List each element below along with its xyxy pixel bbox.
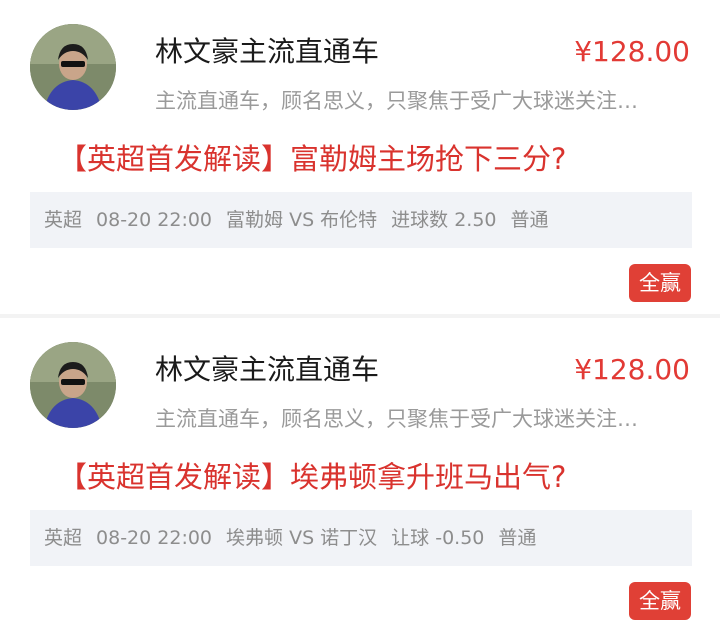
article-headline[interactable]: 【英超首发解读】富勒姆主场抢下三分? [58, 140, 566, 178]
match-datetime: 08-20 22:00 [96, 209, 213, 231]
match-league: 英超 [44, 209, 83, 231]
article-price: ¥128.00 [574, 35, 690, 68]
match-info: 英超 08-20 22:00 富勒姆 VS 布伦特 进球数 2.50 普通 [30, 192, 692, 248]
match-market: 进球数 2.50 [391, 209, 497, 231]
match-level: 普通 [498, 527, 537, 549]
match-level: 普通 [510, 209, 549, 231]
author-avatar[interactable] [30, 342, 116, 428]
match-teams: 埃弗顿 VS 诺丁汉 [226, 527, 378, 549]
result-badge: 全赢 [629, 264, 691, 302]
article-price: ¥128.00 [574, 353, 690, 386]
author-avatar[interactable] [30, 24, 116, 110]
avatar-photo-icon [30, 342, 116, 428]
author-description: 主流直通车，顾名思义，只聚焦于受广大球迷关注… [155, 407, 638, 431]
match-market: 让球 -0.50 [391, 527, 485, 549]
article-card[interactable]: 林文豪主流直通车 ¥128.00 主流直通车，顾名思义，只聚焦于受广大球迷关注…… [0, 0, 720, 314]
author-name: 林文豪主流直通车 [155, 35, 380, 68]
match-datetime: 08-20 22:00 [96, 527, 213, 549]
author-description: 主流直通车，顾名思义，只聚焦于受广大球迷关注… [155, 89, 638, 113]
match-info: 英超 08-20 22:00 埃弗顿 VS 诺丁汉 让球 -0.50 普通 [30, 510, 692, 566]
avatar-photo-icon [30, 24, 116, 110]
article-card[interactable]: 林文豪主流直通车 ¥128.00 主流直通车，顾名思义，只聚焦于受广大球迷关注…… [0, 318, 720, 636]
article-headline[interactable]: 【英超首发解读】埃弗顿拿升班马出气? [58, 458, 566, 496]
author-name: 林文豪主流直通车 [155, 353, 380, 386]
match-teams: 富勒姆 VS 布伦特 [226, 209, 378, 231]
result-badge: 全赢 [629, 582, 691, 620]
match-league: 英超 [44, 527, 83, 549]
